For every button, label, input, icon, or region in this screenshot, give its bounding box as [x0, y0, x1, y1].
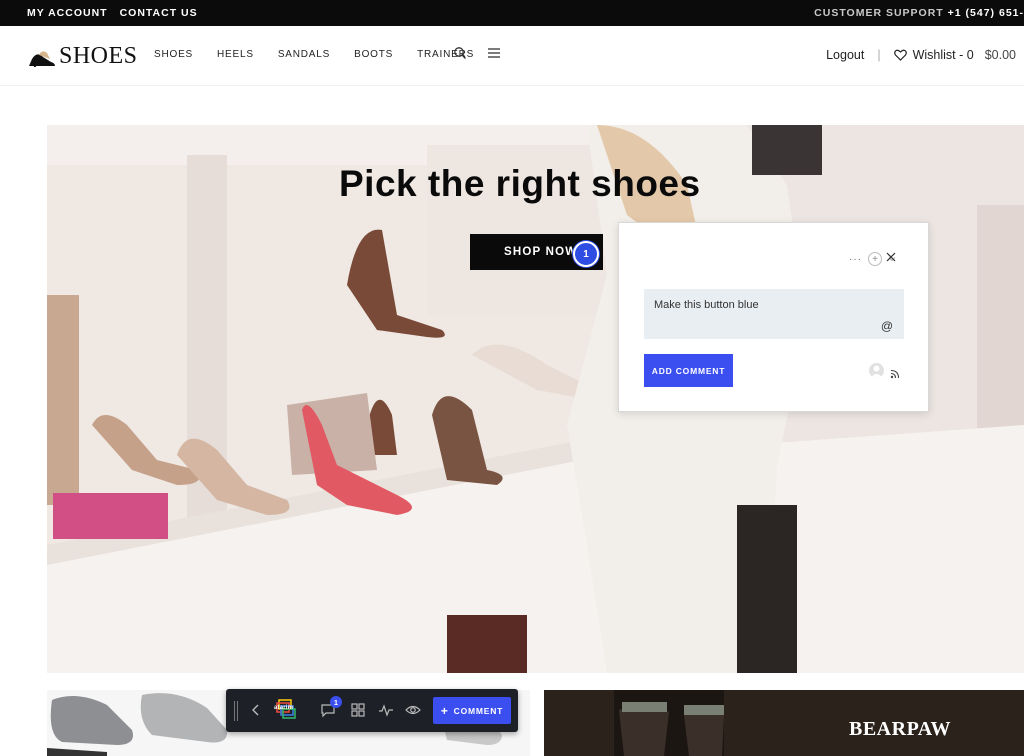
- customer-support: CUSTOMER SUPPORT +1 (547) 651-: [814, 7, 1024, 19]
- nav-item-boots[interactable]: BOOTS: [354, 49, 393, 60]
- mention-icon[interactable]: @: [881, 319, 893, 333]
- heart-icon: [893, 49, 907, 61]
- top-bar: MY ACCOUNT CONTACT US CUSTOMER SUPPORT +…: [0, 0, 1024, 26]
- activity-icon[interactable]: [378, 702, 394, 718]
- site-header: SHOES SHOES HEELS SANDALS BOOTS TRAINERS…: [0, 26, 1024, 86]
- main-nav: SHOES HEELS SANDALS BOOTS TRAINERS: [154, 49, 474, 60]
- wishlist-link[interactable]: Wishlist - 0: [893, 48, 974, 62]
- hero-title: Pick the right shoes: [339, 163, 701, 204]
- rss-feed-icon[interactable]: [890, 366, 900, 379]
- comment-pin-marker[interactable]: 1: [573, 241, 599, 267]
- high-heel-logo-icon: [29, 50, 55, 67]
- customer-support-phone[interactable]: +1 (547) 651-: [948, 7, 1024, 19]
- more-options-icon[interactable]: ···: [849, 254, 862, 265]
- new-comment-label: COMMENT: [453, 705, 504, 716]
- feedback-toolbar: atarim 1 + COMMENT: [226, 689, 518, 732]
- bearpaw-background-image: [544, 690, 1024, 756]
- plus-icon: +: [440, 703, 449, 718]
- my-account-link[interactable]: MY ACCOUNT: [27, 7, 108, 19]
- top-bar-links: MY ACCOUNT CONTACT US: [27, 7, 198, 19]
- add-comment-button[interactable]: ADD COMMENT: [644, 354, 733, 387]
- comment-text-value: Make this button blue: [654, 299, 759, 311]
- eye-icon[interactable]: [405, 702, 421, 718]
- header-divider: |: [877, 48, 881, 62]
- chevron-left-icon[interactable]: [248, 702, 264, 718]
- customer-support-label: CUSTOMER SUPPORT: [814, 7, 944, 19]
- add-circle-icon[interactable]: +: [868, 252, 882, 266]
- user-avatar[interactable]: [869, 363, 884, 378]
- bearpaw-logo-text: BEARPAW: [849, 718, 952, 740]
- nav-item-sandals[interactable]: SANDALS: [278, 49, 330, 60]
- grid-icon[interactable]: [350, 702, 366, 718]
- contact-us-link[interactable]: CONTACT US: [120, 7, 198, 19]
- nav-item-shoes[interactable]: SHOES: [154, 49, 193, 60]
- comments-count-badge: 1: [330, 696, 342, 708]
- nav-item-heels[interactable]: HEELS: [217, 49, 254, 60]
- site-logo[interactable]: SHOES: [27, 43, 138, 70]
- bearpaw-banner[interactable]: BEARPAW: [544, 690, 1024, 756]
- header-account-area: Logout | Wishlist - 0 $0.00: [826, 48, 1016, 62]
- new-comment-button[interactable]: + COMMENT: [433, 697, 511, 724]
- logout-link[interactable]: Logout: [826, 48, 864, 62]
- close-icon[interactable]: [886, 252, 898, 264]
- drag-handle-icon[interactable]: [233, 701, 239, 721]
- logo-wordmark: SHOES: [59, 43, 138, 69]
- atarim-brand-text: atarim: [274, 705, 294, 711]
- wishlist-label: Wishlist - 0: [912, 48, 974, 62]
- hamburger-menu-icon[interactable]: [487, 46, 503, 62]
- search-icon[interactable]: [453, 46, 469, 62]
- comment-text-input[interactable]: Make this button blue @: [644, 289, 904, 339]
- comment-popup: ··· + Make this button blue @ ADD COMMEN…: [618, 222, 929, 412]
- cart-total[interactable]: $0.00: [985, 48, 1016, 62]
